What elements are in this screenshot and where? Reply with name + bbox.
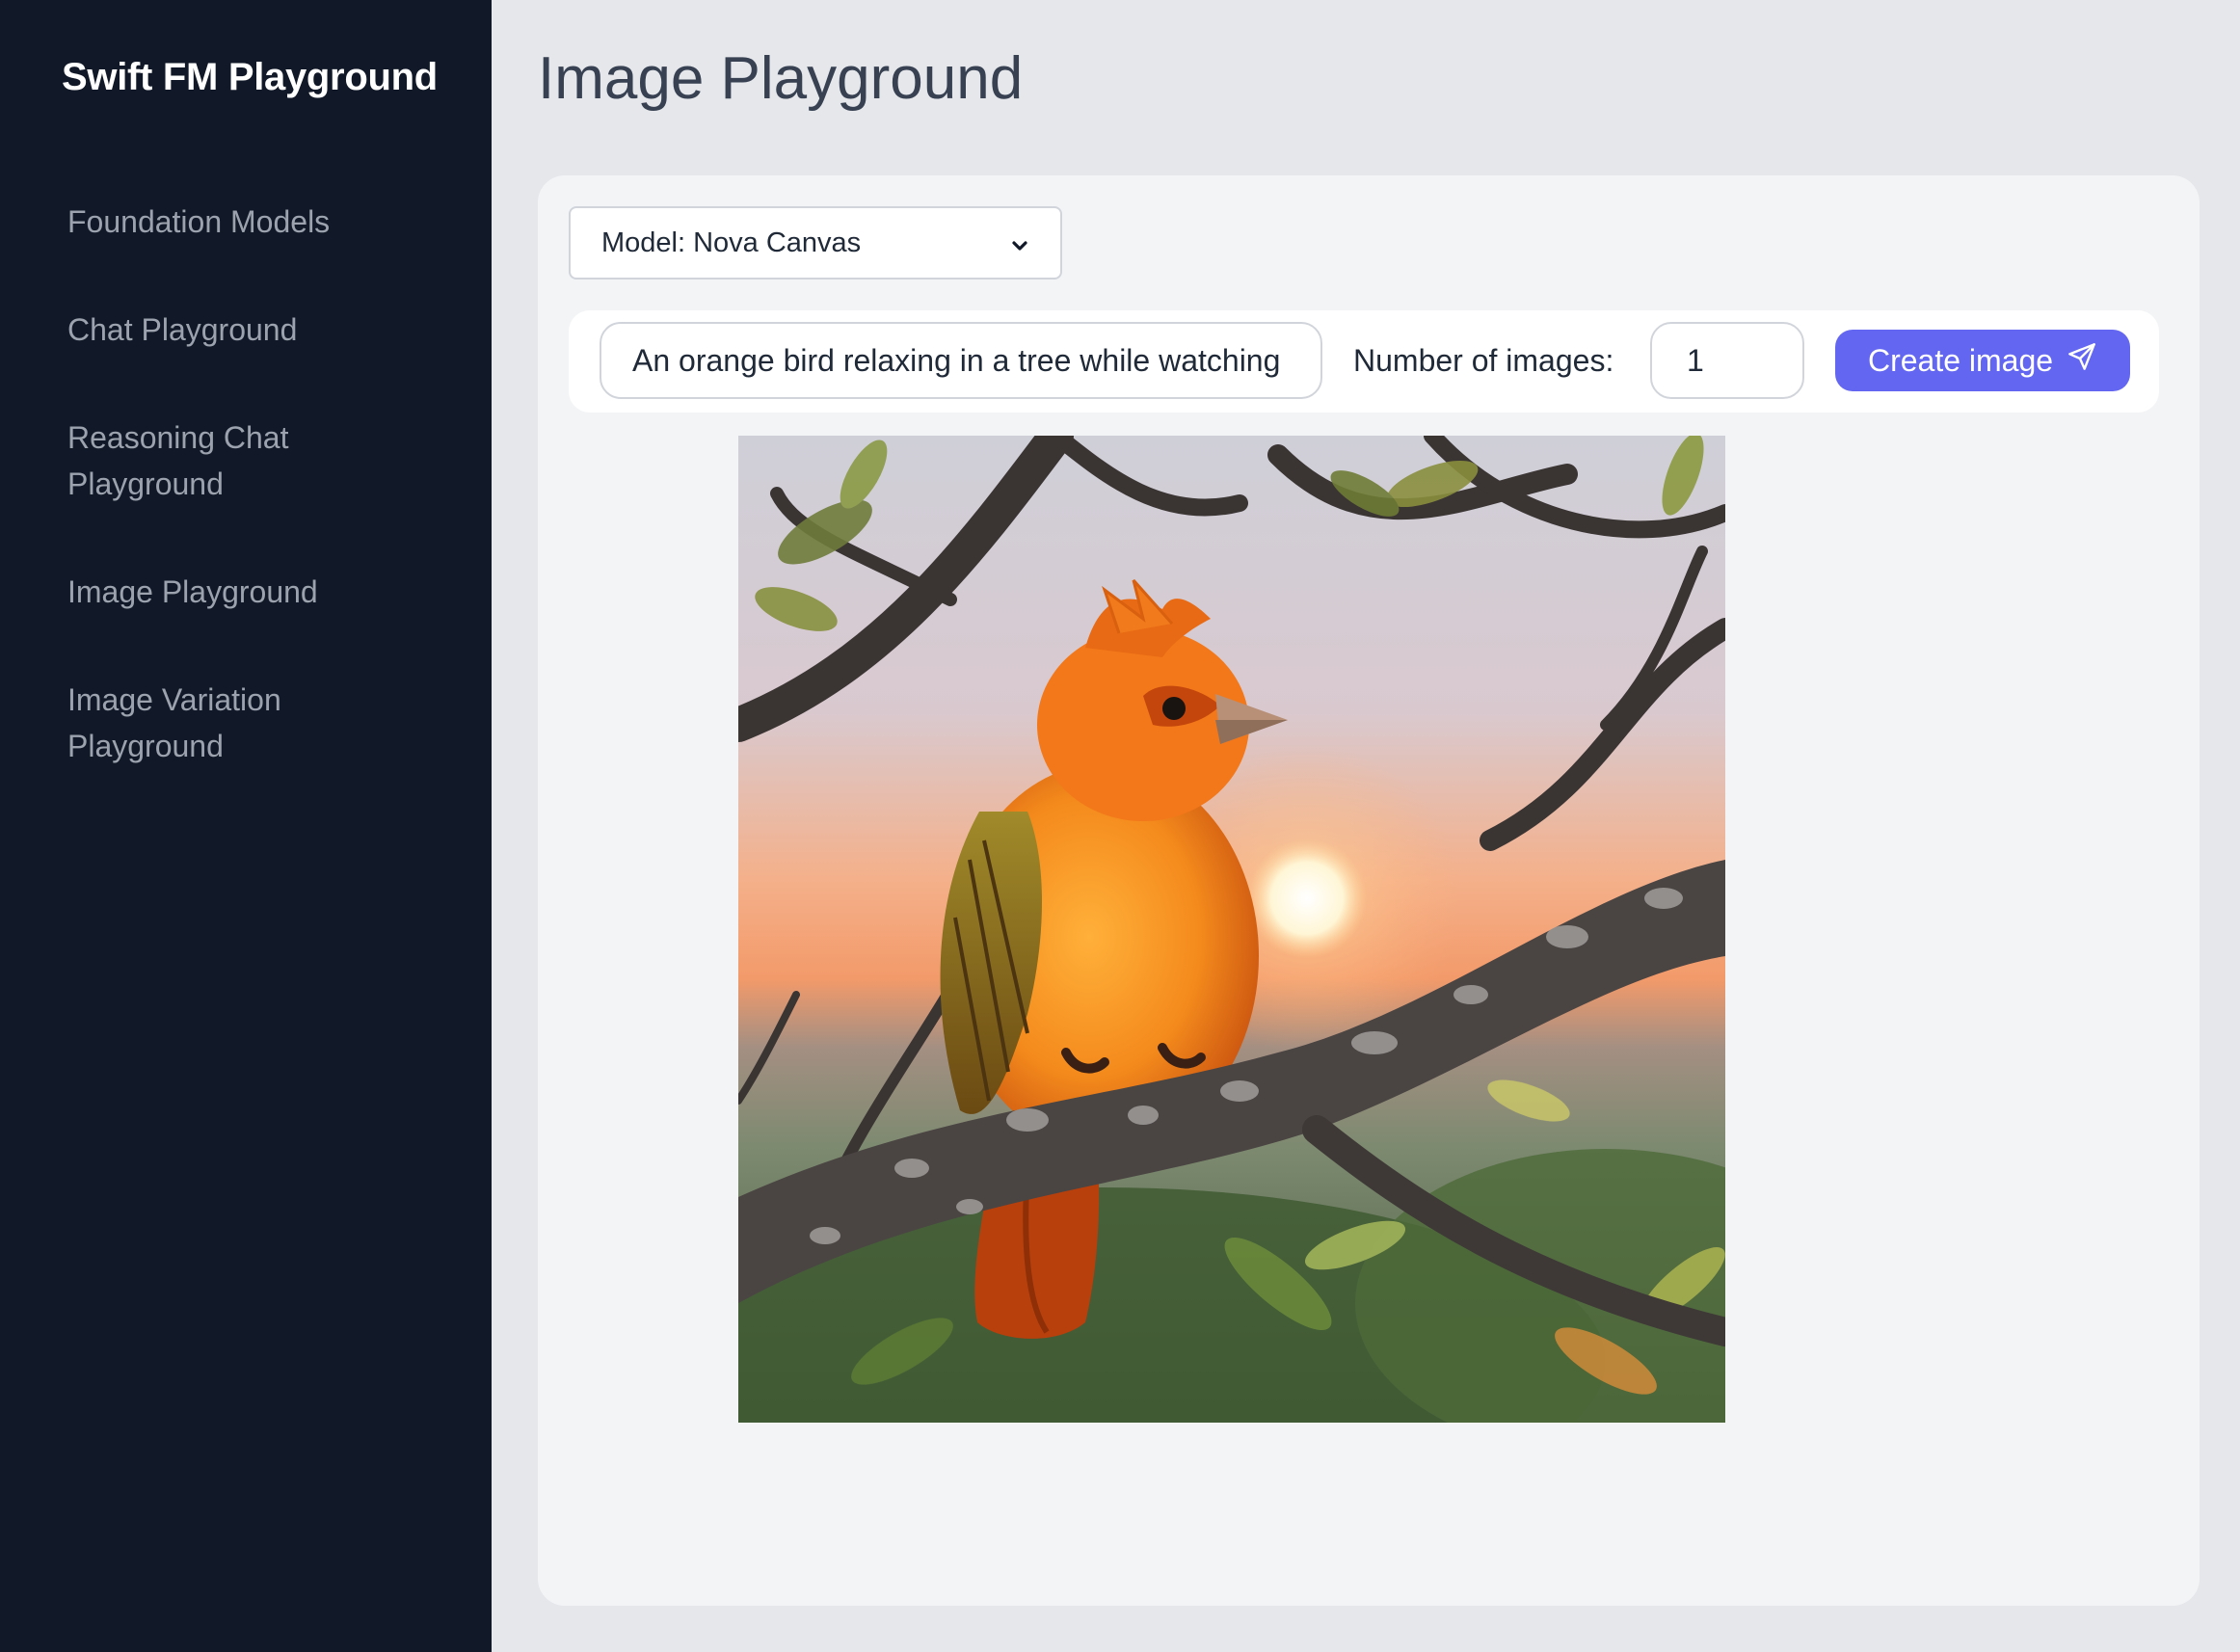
sidebar-item-foundation-models[interactable]: Foundation Models bbox=[67, 199, 453, 245]
model-select-value: Model: Nova Canvas bbox=[601, 226, 862, 258]
app-brand: Swift FM Playground bbox=[62, 56, 438, 98]
sidebar-item-image-playground[interactable]: Image Playground bbox=[67, 569, 453, 615]
playground-card: Model: Nova Canvas Number of images: Cre… bbox=[538, 175, 2200, 1606]
prompt-input[interactable] bbox=[600, 322, 1322, 399]
sidebar-item-chat-playground[interactable]: Chat Playground bbox=[67, 306, 453, 353]
create-image-button[interactable]: Create image bbox=[1835, 330, 2130, 391]
create-image-label: Create image bbox=[1867, 342, 2054, 378]
page-title: Image Playground bbox=[538, 45, 1024, 112]
send-icon bbox=[2067, 341, 2097, 380]
main-content: Image Playground Model: Nova Canvas Numb… bbox=[492, 0, 2240, 1652]
number-of-images-label: Number of images: bbox=[1353, 343, 1614, 378]
sidebar: Swift FM Playground Foundation Models Ch… bbox=[0, 0, 492, 1652]
number-of-images-input[interactable] bbox=[1650, 322, 1804, 399]
generated-image bbox=[738, 436, 1725, 1423]
app-root: Swift FM Playground Foundation Models Ch… bbox=[0, 0, 2240, 1652]
chevron-down-icon bbox=[1008, 233, 1031, 256]
sidebar-item-reasoning-chat-playground[interactable]: Reasoning Chat Playground bbox=[67, 414, 357, 507]
prompt-toolbar: Number of images: Create image bbox=[569, 310, 2159, 413]
model-select[interactable]: Model: Nova Canvas bbox=[569, 206, 1062, 280]
sidebar-item-image-variation-playground[interactable]: Image Variation Playground bbox=[67, 677, 357, 769]
